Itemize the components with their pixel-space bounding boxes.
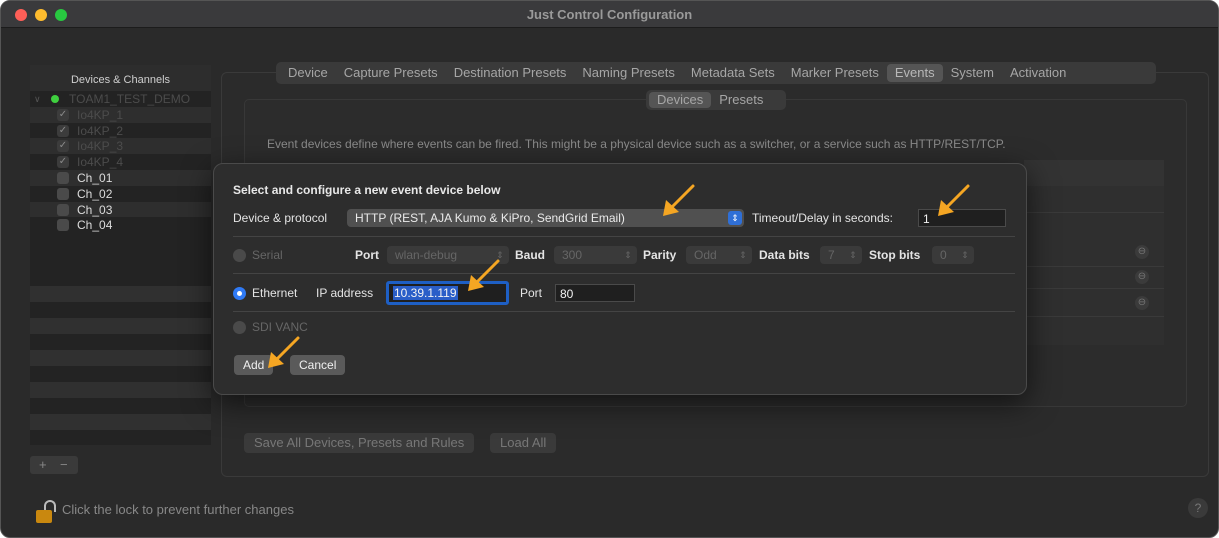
arrow-icon	[663, 184, 695, 216]
arrow-icon	[468, 259, 500, 291]
annotation-arrows	[268, 184, 970, 368]
arrow-icon	[938, 184, 970, 216]
arrow-icon	[268, 336, 300, 368]
